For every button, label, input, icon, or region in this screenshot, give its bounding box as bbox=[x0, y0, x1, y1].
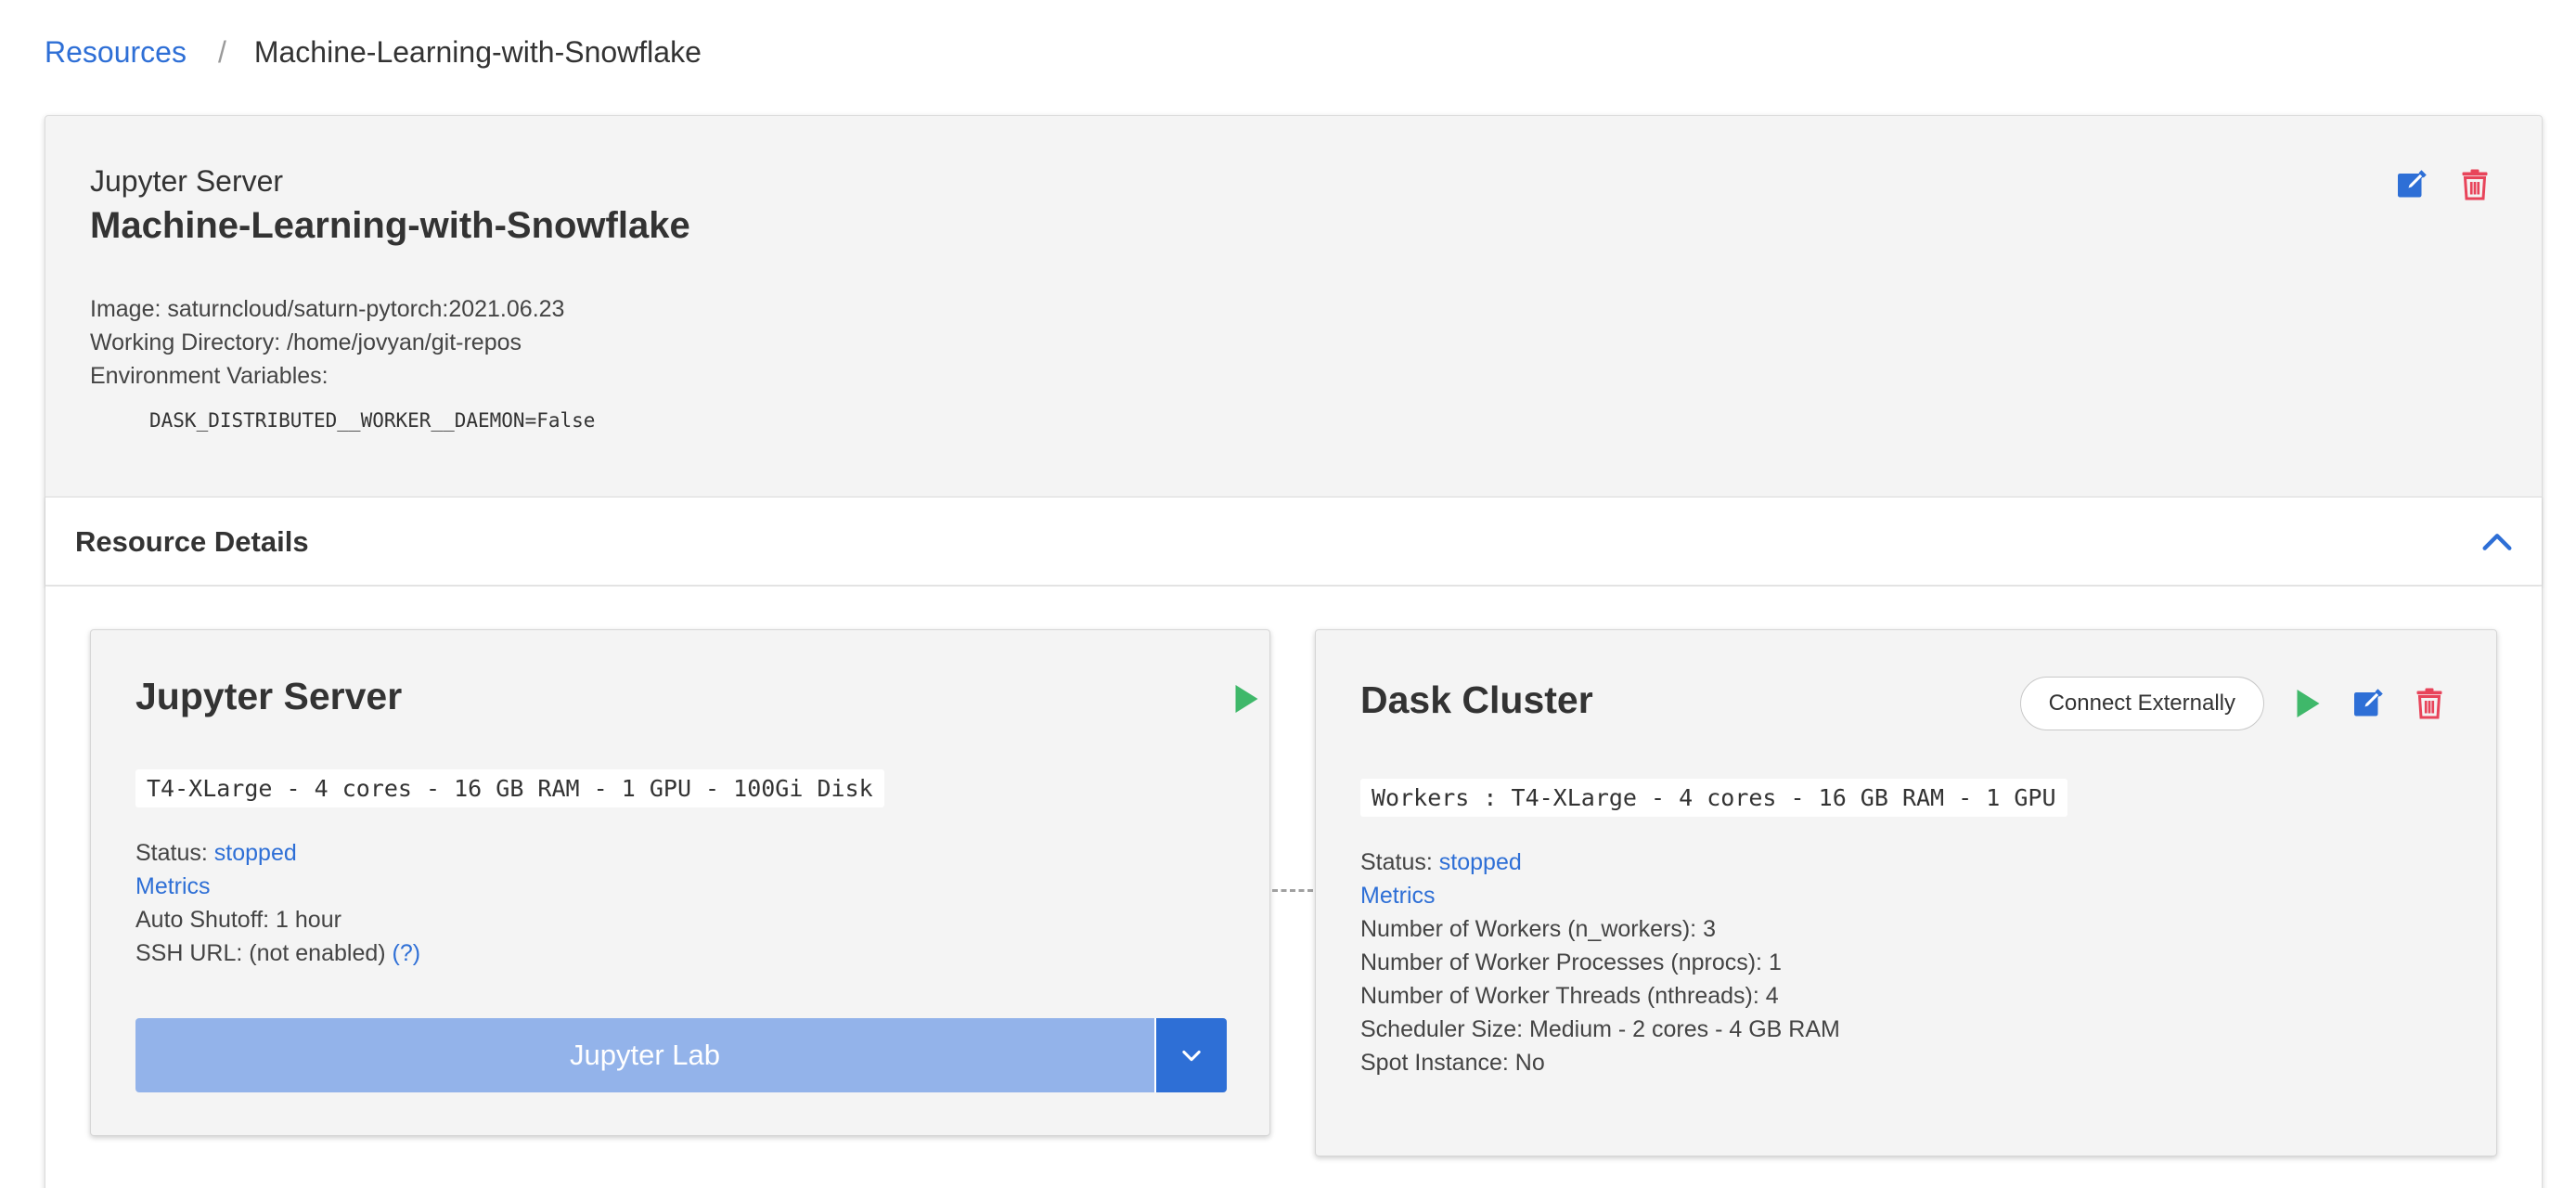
image-value: saturncloud/saturn-pytorch:2021.06.23 bbox=[167, 296, 565, 322]
resource-details-body: Jupyter Server T4-XLarge - 4 cores - 16 … bbox=[45, 587, 2542, 1188]
chevron-down-icon bbox=[1182, 1050, 1201, 1062]
jupyter-ssh-row: SSH URL: (not enabled) (?) bbox=[135, 936, 420, 970]
dask-actions: Connect Externally bbox=[2019, 677, 2448, 730]
dask-cluster-card: Dask Cluster Connect Externally Workers … bbox=[1315, 629, 2497, 1156]
jupyter-status-row: Status: stopped bbox=[135, 836, 420, 870]
jupyter-server-card: Jupyter Server T4-XLarge - 4 cores - 16 … bbox=[90, 629, 1270, 1136]
breadcrumb-separator: / bbox=[217, 35, 226, 69]
dask-status-row: Status: stopped bbox=[1360, 846, 1840, 879]
jupyter-info: Status: stopped Metrics Auto Shutoff: 1 … bbox=[135, 836, 420, 970]
dask-nprocs: Number of Worker Processes (nprocs): 1 bbox=[1360, 949, 1782, 975]
workdir-label: Working Directory: bbox=[90, 329, 281, 355]
jupyter-status-label: Status: bbox=[135, 840, 208, 866]
resource-details-title: Resource Details bbox=[75, 525, 309, 558]
resource-details-header[interactable]: Resource Details bbox=[45, 497, 2542, 586]
jupyter-ssh-url: SSH URL: (not enabled) bbox=[135, 940, 386, 966]
dask-spot-instance: Spot Instance: No bbox=[1360, 1050, 1545, 1076]
jupyter-metrics-link[interactable]: Metrics bbox=[135, 873, 211, 899]
workdir-row: Working Directory: /home/jovyan/git-repo… bbox=[90, 326, 564, 359]
dask-status-label: Status: bbox=[1360, 849, 1433, 875]
dask-info: Status: stopped Metrics Number of Worker… bbox=[1360, 846, 1840, 1079]
chevron-up-icon bbox=[2482, 534, 2512, 550]
env-var-item: DASK_DISTRIBUTED__WORKER__DAEMON=False bbox=[149, 409, 596, 432]
edit-dask-button[interactable] bbox=[2350, 685, 2387, 722]
breadcrumb-resources-link[interactable]: Resources bbox=[45, 33, 187, 71]
jupyter-status-link[interactable]: stopped bbox=[214, 840, 297, 866]
dask-n-workers: Number of Workers (n_workers): 3 bbox=[1360, 916, 1716, 942]
jupyter-card-title: Jupyter Server bbox=[135, 675, 403, 717]
image-row: Image: saturncloud/saturn-pytorch:2021.0… bbox=[90, 292, 564, 326]
play-icon bbox=[1235, 685, 1258, 713]
breadcrumb: Resources / Machine-Learning-with-Snowfl… bbox=[45, 33, 702, 71]
dask-scheduler-size: Scheduler Size: Medium - 2 cores - 4 GB … bbox=[1360, 1016, 1840, 1042]
env-label: Environment Variables: bbox=[90, 363, 328, 389]
dask-nthreads: Number of Worker Threads (nthreads): 4 bbox=[1360, 983, 1779, 1009]
edit-icon bbox=[2354, 689, 2383, 717]
connect-externally-button[interactable]: Connect Externally bbox=[2019, 677, 2264, 730]
resource-panel: Jupyter Server Machine-Learning-with-Sno… bbox=[45, 115, 2543, 1188]
start-dask-button[interactable] bbox=[2288, 685, 2325, 722]
dask-status-link[interactable]: stopped bbox=[1439, 849, 1522, 875]
image-label: Image: bbox=[90, 296, 161, 322]
jupyter-auto-shutoff: Auto Shutoff: 1 hour bbox=[135, 907, 341, 933]
delete-resource-button[interactable] bbox=[2456, 166, 2493, 203]
resource-type: Jupyter Server bbox=[90, 164, 284, 198]
collapse-details-button[interactable] bbox=[2479, 523, 2516, 561]
trash-icon bbox=[2462, 169, 2488, 200]
jupyter-lab-button-group: Jupyter Lab bbox=[135, 1018, 1227, 1092]
jupyter-lab-dropdown-button[interactable] bbox=[1154, 1018, 1227, 1092]
dask-spec: Workers : T4-XLarge - 4 cores - 16 GB RA… bbox=[1360, 779, 2067, 817]
jupyter-spec: T4-XLarge - 4 cores - 16 GB RAM - 1 GPU … bbox=[135, 769, 884, 807]
trash-icon bbox=[2416, 688, 2442, 719]
ssh-help-link[interactable]: (?) bbox=[393, 940, 421, 966]
edit-icon bbox=[2398, 170, 2427, 198]
resource-actions bbox=[2393, 166, 2493, 203]
start-jupyter-button[interactable] bbox=[1229, 682, 1262, 716]
resource-meta: Image: saturncloud/saturn-pytorch:2021.0… bbox=[90, 292, 564, 393]
jupyter-lab-button[interactable]: Jupyter Lab bbox=[135, 1018, 1154, 1092]
delete-dask-button[interactable] bbox=[2411, 685, 2448, 722]
edit-resource-button[interactable] bbox=[2393, 166, 2430, 203]
breadcrumb-current: Machine-Learning-with-Snowflake bbox=[253, 35, 702, 69]
dask-card-title: Dask Cluster bbox=[1360, 678, 1593, 721]
cluster-connector-line bbox=[1272, 889, 1313, 892]
resource-name: Machine-Learning-with-Snowflake bbox=[90, 205, 690, 246]
dask-metrics-link[interactable]: Metrics bbox=[1360, 883, 1436, 909]
play-icon bbox=[2297, 690, 2320, 717]
workdir-value: /home/jovyan/git-repos bbox=[287, 329, 522, 355]
